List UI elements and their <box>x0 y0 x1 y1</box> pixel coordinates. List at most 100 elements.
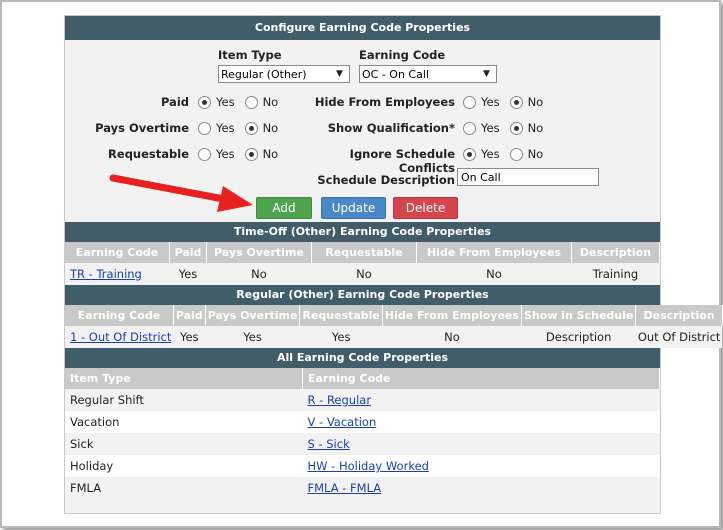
pays-overtime-cell: Yes <box>205 326 300 348</box>
all-title: All Earning Code Properties <box>65 348 660 368</box>
regular-title: Regular (Other) Earning Code Properties <box>65 285 660 305</box>
table-row: 1 - Out Of District Yes Yes Yes No Descr… <box>65 326 723 348</box>
item-type-label: Item Type <box>218 48 282 62</box>
no-text: No <box>262 121 279 135</box>
table-row: Holiday HW - Holiday Worked <box>65 455 660 477</box>
earning-code-select[interactable]: OC - On Call <box>359 65 497 83</box>
earning-code-link[interactable]: HW - Holiday Worked <box>308 459 429 473</box>
col-pays-overtime: Pays Overtime <box>205 305 301 326</box>
delete-button[interactable]: Delete <box>393 197 458 219</box>
hide-yes-radio[interactable] <box>463 95 476 109</box>
config-title: Configure Earning Code Properties <box>65 16 660 40</box>
earning-code-link[interactable]: 1 - Out Of District <box>70 330 171 344</box>
col-item-type: Item Type <box>65 368 303 389</box>
paid-cell: Yes <box>169 263 207 285</box>
col-earning-code: Earning Code <box>65 242 170 263</box>
pays-overtime-label: Pays Overtime <box>95 121 189 135</box>
earning-code-cell: FMLA - FMLA <box>302 477 660 499</box>
requestable-cell: No <box>311 263 417 285</box>
hide-no-radio[interactable] <box>509 95 523 109</box>
ignore-no-radio[interactable] <box>509 147 523 161</box>
no-text: No <box>262 95 279 109</box>
red-arrow-annotation <box>109 174 253 212</box>
col-show-in-schedule: Show in Schedule <box>521 305 637 326</box>
screenshot-frame: Configure Earning Code Properties Item T… <box>0 0 723 528</box>
qualification-yes-radio[interactable] <box>463 121 476 135</box>
earning-code-cell: HW - Holiday Worked <box>302 455 660 477</box>
col-description: Description <box>571 242 660 263</box>
earning-code-cell: TR - Training <box>65 263 170 285</box>
item-type-select[interactable]: Regular (Other) <box>218 65 350 83</box>
yes-text: Yes <box>216 95 235 109</box>
no-text: No <box>527 121 544 135</box>
schedule-description-input[interactable] <box>457 168 599 186</box>
ignore-radio-group: Yes No <box>463 147 553 161</box>
timeoff-table: Earning Code Paid Pays Overtime Requesta… <box>65 242 660 285</box>
schedule-description-label: Schedule Description <box>317 173 455 187</box>
paid-yes-radio[interactable] <box>198 95 211 109</box>
yes-text: Yes <box>481 147 500 161</box>
table-row: TR - Training Yes No No No Training <box>65 263 660 285</box>
earning-code-label: Earning Code <box>359 48 446 62</box>
no-text: No <box>262 147 279 161</box>
timeoff-header-row: Earning Code Paid Pays Overtime Requesta… <box>65 242 660 263</box>
col-earning-code: Earning Code <box>302 368 660 389</box>
table-row: Sick S - Sick <box>65 433 660 455</box>
col-description: Description <box>635 305 723 326</box>
update-button[interactable]: Update <box>321 197 386 219</box>
hide-radio-group: Yes No <box>463 95 553 109</box>
paid-radio-group: Yes No <box>198 95 288 109</box>
show-qualification-label: Show Qualification* <box>327 121 455 135</box>
qualification-radio-group: Yes No <box>463 121 553 135</box>
requestable-label: Requestable <box>108 147 189 161</box>
overtime-radio-group: Yes No <box>198 121 288 135</box>
col-earning-code: Earning Code <box>65 305 174 326</box>
earning-code-cell: R - Regular <box>302 389 660 411</box>
earning-code-link[interactable]: V - Vacation <box>308 415 377 429</box>
yes-text: Yes <box>216 121 235 135</box>
col-hide-from-employees: Hide From Employees <box>416 242 572 263</box>
paid-no-radio[interactable] <box>244 95 258 109</box>
paid-cell: Yes <box>173 326 206 348</box>
qualification-no-radio[interactable] <box>509 121 523 135</box>
requestable-radio-group: Yes No <box>198 147 288 161</box>
hide-cell: No <box>382 326 522 348</box>
add-button[interactable]: Add <box>256 197 312 219</box>
table-row: FMLA FMLA - FMLA <box>65 477 660 499</box>
ignore-schedule-conflicts-label: Ignore Schedule Conflicts <box>349 147 455 175</box>
description-cell: Out Of District <box>635 326 723 348</box>
earning-code-link[interactable]: FMLA - FMLA <box>308 481 382 495</box>
yes-text: Yes <box>481 121 500 135</box>
all-header-row: Item Type Earning Code <box>65 368 660 389</box>
col-paid: Paid <box>169 242 207 263</box>
yes-text: Yes <box>216 147 235 161</box>
col-requestable: Requestable <box>299 305 383 326</box>
earning-code-link[interactable]: TR - Training <box>70 267 142 281</box>
earning-code-link[interactable]: R - Regular <box>308 393 372 407</box>
table-row: Regular Shift R - Regular <box>65 389 660 411</box>
yes-text: Yes <box>481 95 500 109</box>
earning-code-link[interactable]: S - Sick <box>308 437 350 451</box>
col-pays-overtime: Pays Overtime <box>206 242 312 263</box>
requestable-yes-radio[interactable] <box>198 147 211 161</box>
overtime-no-radio[interactable] <box>244 121 258 135</box>
col-hide-from-employees: Hide From Employees <box>382 305 522 326</box>
col-paid: Paid <box>173 305 206 326</box>
earning-code-cell: V - Vacation <box>302 411 660 433</box>
item-type-cell: Holiday <box>65 455 303 477</box>
overtime-yes-radio[interactable] <box>198 121 211 135</box>
item-type-cell: Sick <box>65 433 303 455</box>
show-in-schedule-cell: Description <box>521 326 636 348</box>
no-text: No <box>527 95 544 109</box>
requestable-cell: Yes <box>299 326 383 348</box>
all-table: Item Type Earning Code Regular Shift R -… <box>65 368 660 499</box>
no-text: No <box>527 147 544 161</box>
timeoff-title: Time-Off (Other) Earning Code Properties <box>65 222 660 242</box>
pays-overtime-cell: No <box>206 263 312 285</box>
ignore-yes-radio[interactable] <box>463 147 476 161</box>
requestable-no-radio[interactable] <box>244 147 258 161</box>
earning-code-panel: Configure Earning Code Properties Item T… <box>64 15 723 514</box>
item-type-cell: FMLA <box>65 477 303 499</box>
table-row: Vacation V - Vacation <box>65 411 660 433</box>
item-type-cell: Regular Shift <box>65 389 303 411</box>
